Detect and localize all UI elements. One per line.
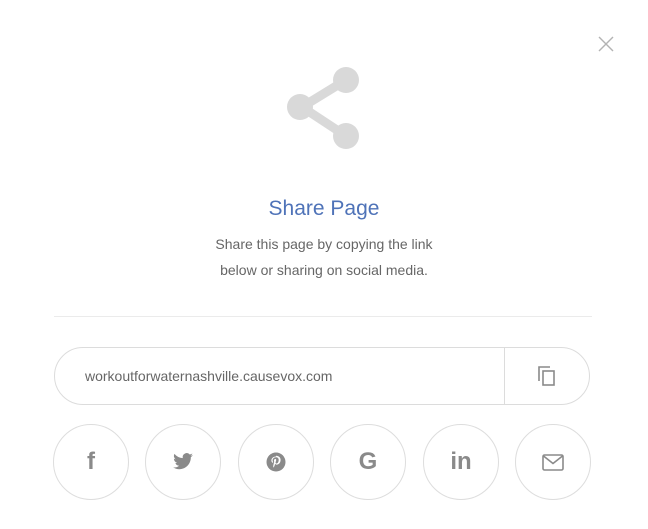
copy-icon <box>538 366 555 386</box>
facebook-icon: f <box>87 448 95 475</box>
description-line-1: Share this page by copying the link <box>215 236 433 252</box>
modal-description: Share this page by copying the link belo… <box>174 231 474 283</box>
share-link-text[interactable]: workoutforwaternashville.causevox.com <box>55 368 504 384</box>
social-share-buttons: f G in <box>53 424 593 502</box>
share-link-field: workoutforwaternashville.causevox.com <box>54 347 590 405</box>
email-icon <box>542 453 564 471</box>
divider <box>54 316 592 317</box>
description-line-2: below or sharing on social media. <box>220 262 428 278</box>
close-button[interactable] <box>594 32 618 56</box>
share-modal: Share Page Share this page by copying th… <box>0 0 648 529</box>
twitter-icon <box>173 453 193 470</box>
google-share-button[interactable]: G <box>330 424 406 500</box>
facebook-share-button[interactable]: f <box>53 424 129 500</box>
close-icon <box>598 36 614 52</box>
google-icon: G <box>358 448 378 475</box>
modal-title: Share Page <box>268 197 380 220</box>
pinterest-icon <box>266 452 286 472</box>
copy-link-button[interactable] <box>504 348 589 404</box>
linkedin-icon: in <box>450 448 472 475</box>
twitter-share-button[interactable] <box>145 424 221 500</box>
pinterest-share-button[interactable] <box>238 424 314 500</box>
email-share-button[interactable] <box>515 424 591 500</box>
share-icon <box>287 67 359 149</box>
linkedin-share-button[interactable]: in <box>423 424 499 500</box>
